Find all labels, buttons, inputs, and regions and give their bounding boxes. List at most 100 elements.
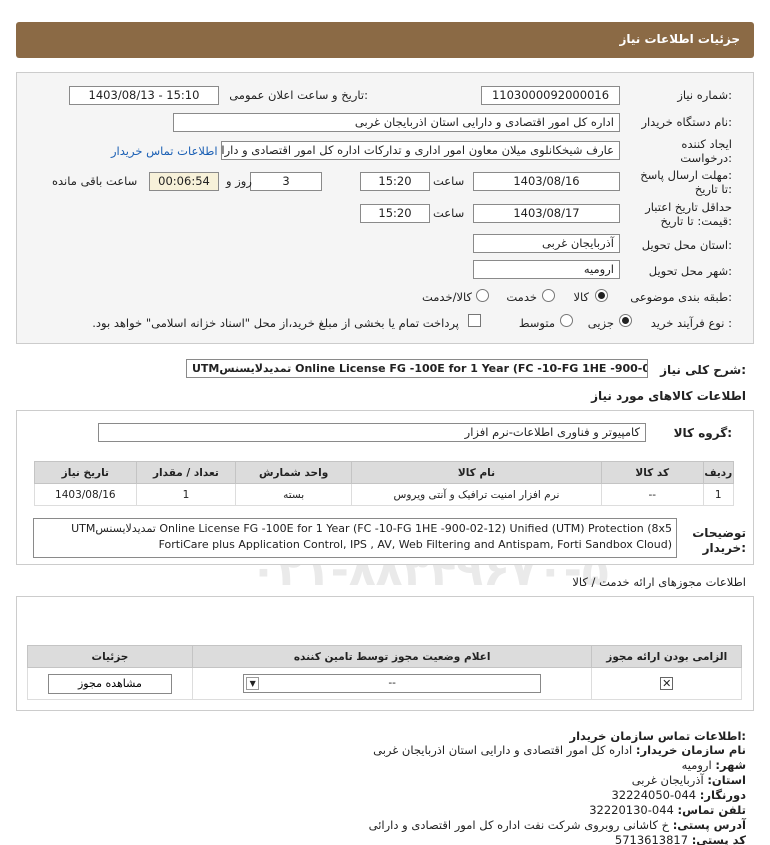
contact-phone-value: 044-32220130 [589, 803, 674, 817]
process-label: نوع فرآیند خرید : [650, 316, 732, 330]
cell-unit: بسته [235, 483, 353, 506]
deadline-time-field: 15:20 [360, 172, 430, 191]
chevron-down-icon: ▼ [246, 677, 260, 690]
summary-field: UTMتمدیدلایسنس Online License FG -100E f… [186, 359, 648, 378]
validity-time-field: 15:20 [360, 204, 430, 223]
contact-province-value: آذربایجان غربی [631, 773, 704, 787]
validity-date-field: 1403/08/17 [473, 204, 620, 223]
province-field: آذربایجان غربی [473, 234, 620, 253]
validity-label-2: قیمت: تا تاریخ: [660, 214, 732, 228]
cell-permit-required: ✕ [591, 667, 742, 700]
remaining-time-field: 00:06:54 [149, 172, 219, 191]
page-title: جزئیات اطلاعات نیاز [619, 32, 740, 46]
col-row: ردیف [702, 461, 735, 484]
category-goods-service-label: کالا/خدمت [421, 290, 472, 304]
category-goods-label: کالا [573, 290, 589, 304]
col-permit-required: الزامی بودن ارائه مجوز [591, 645, 742, 668]
days-field: 3 [250, 172, 322, 191]
goods-group-field: کامپیوتر و فناوری اطلاعات-نرم افزار [98, 423, 646, 442]
contact-org-label: نام سازمان خریدار: [635, 743, 746, 757]
cell-code: -- [600, 483, 704, 506]
contact-city-row: شهر: ارومیه [682, 758, 746, 772]
buyer-desc-label: توضیحات [692, 526, 746, 540]
cell-row: 1 [702, 483, 735, 506]
permits-table-header: الزامی بودن ارائه مجوز اعلام وضعیت مجوز … [27, 645, 742, 668]
cell-date: 1403/08/16 [34, 483, 137, 506]
contact-address-value: خ کاشانی روبروی شرکت نفت اداره کل امور ا… [368, 818, 670, 832]
goods-table: ردیف کد کالا نام کالا واحد شمارش تعداد /… [34, 461, 735, 506]
buyer-name-field: اداره کل امور اقتصادی و دارایی استان اذر… [173, 113, 620, 132]
table-row: 1 -- نرم افزار امنیت ترافیک و آنتی ویروس… [34, 483, 735, 506]
creator-field: عارف شیخکانلوی میلان معاون امور اداری و … [221, 141, 620, 160]
announce-field: 1403/08/13 - 15:10 [69, 86, 219, 105]
contact-postal-label: کد پستی: [691, 833, 746, 845]
cell-permit-details: مشاهده مجوز [27, 667, 193, 700]
col-permit-details: جزئیات [27, 645, 193, 668]
deadline-label-2: تا تاریخ: [694, 182, 732, 196]
contact-address-row: آدرس پستی: خ کاشانی روبروی شرکت نفت ادار… [369, 818, 746, 832]
announce-label: تاریخ و ساعت اعلان عمومی: [229, 88, 368, 102]
buyer-contact-link[interactable]: اطلاعات تماس خریدار [111, 144, 218, 158]
contact-phone-label: تلفن تماس: [677, 803, 746, 817]
process-partial-radio[interactable] [619, 314, 632, 327]
col-code: کد کالا [600, 461, 704, 484]
contact-phone-row: تلفن تماس: 044-32220130 [589, 803, 746, 817]
deadline-date-field: 1403/08/16 [473, 172, 620, 191]
summary-label: شرح کلی نیاز: [660, 363, 746, 377]
treasury-payment-checkbox[interactable] [468, 314, 481, 327]
category-goods-service-radio[interactable] [476, 289, 489, 302]
permit-status-value: -- [388, 677, 396, 689]
col-unit: واحد شمارش [235, 461, 353, 484]
buyer-desc-label-2: خریدار: [702, 541, 746, 555]
validity-label: حداقل تاریخ اعتبار [645, 200, 732, 214]
contact-fax-label: دورنگار: [699, 788, 746, 802]
permit-status-select[interactable]: -- ▼ [243, 674, 542, 693]
category-label: طبقه بندی موضوعی: [630, 290, 732, 304]
permits-table: الزامی بودن ارائه مجوز اعلام وضعیت مجوز … [27, 645, 742, 700]
table-row: ✕ -- ▼ مشاهده مجوز [27, 667, 742, 700]
city-label: شهر محل تحویل: [648, 264, 732, 278]
creator-label-2: درخواست: [680, 151, 732, 165]
deadline-label: مهلت ارسال پاسخ: [640, 168, 732, 182]
col-permit-status: اعلام وضعیت مجوز توسط تامین کننده [191, 645, 593, 668]
buyer-name-label: نام دستگاه خریدار: [641, 115, 732, 129]
cell-quantity: 1 [135, 483, 237, 506]
validity-time-label: ساعت [433, 206, 465, 220]
contact-fax-value: 044-32224050 [611, 788, 697, 802]
goods-section-title: اطلاعات کالاهای مورد نیاز [591, 389, 746, 403]
creator-label: ایجاد کننده [681, 137, 732, 151]
contact-province-row: استان: آذربایجان غربی [632, 773, 746, 787]
contact-city-label: شهر: [715, 758, 746, 772]
buyer-desc-line-1: UTMتمدیدلایسنس Online License FG -100E f… [71, 522, 672, 535]
col-quantity: تعداد / مقدار [135, 461, 237, 484]
cell-name: نرم افزار امنیت ترافیک و آنتی ویروس [351, 483, 602, 506]
city-field: ارومیه [473, 260, 620, 279]
need-number-label: شماره نیاز: [677, 88, 732, 102]
deadline-time-label: ساعت [433, 174, 465, 188]
contact-city-value: ارومیه [681, 758, 712, 772]
contact-section-title: اطلاعات تماس سازمان خریدار: [569, 729, 746, 743]
goods-group-label: گروه کالا: [673, 426, 732, 440]
remaining-label: ساعت باقی مانده [52, 174, 138, 188]
contact-postal-value: 5713613817 [614, 833, 692, 845]
col-date: تاریخ نیاز [34, 461, 137, 484]
contact-org-row: نام سازمان خریدار: اداره کل امور اقتصادی… [373, 743, 746, 757]
cell-permit-status: -- ▼ [191, 667, 593, 700]
col-name: نام کالا [351, 461, 602, 484]
treasury-payment-note: پرداخت تمام یا بخشی از مبلغ خرید،از محل … [92, 316, 459, 330]
buyer-desc-line-2: FortiCare plus Application Control, IPS … [158, 538, 672, 551]
contact-postal-row-visible: کد پستی: 5713613817 [614, 833, 746, 845]
process-medium-radio[interactable] [560, 314, 573, 327]
process-partial-label: جزیی [587, 316, 614, 330]
view-permit-button[interactable]: مشاهده مجوز [47, 673, 172, 694]
category-service-radio[interactable] [542, 289, 555, 302]
days-label: روز و [226, 174, 252, 188]
contact-org-value: اداره کل امور اقتصادی و دارایی استان اذر… [373, 743, 633, 757]
category-goods-radio[interactable] [595, 289, 608, 302]
need-number-field: 1103000092000016 [481, 86, 620, 105]
permits-section-title: اطلاعات مجوزهای ارائه خدمت / کالا [572, 575, 746, 589]
permit-required-checkbox: ✕ [660, 677, 674, 690]
contact-address-label: آدرس پستی: [672, 818, 746, 832]
process-medium-label: متوسط [518, 316, 555, 330]
province-label: استان محل تحویل: [641, 238, 732, 252]
